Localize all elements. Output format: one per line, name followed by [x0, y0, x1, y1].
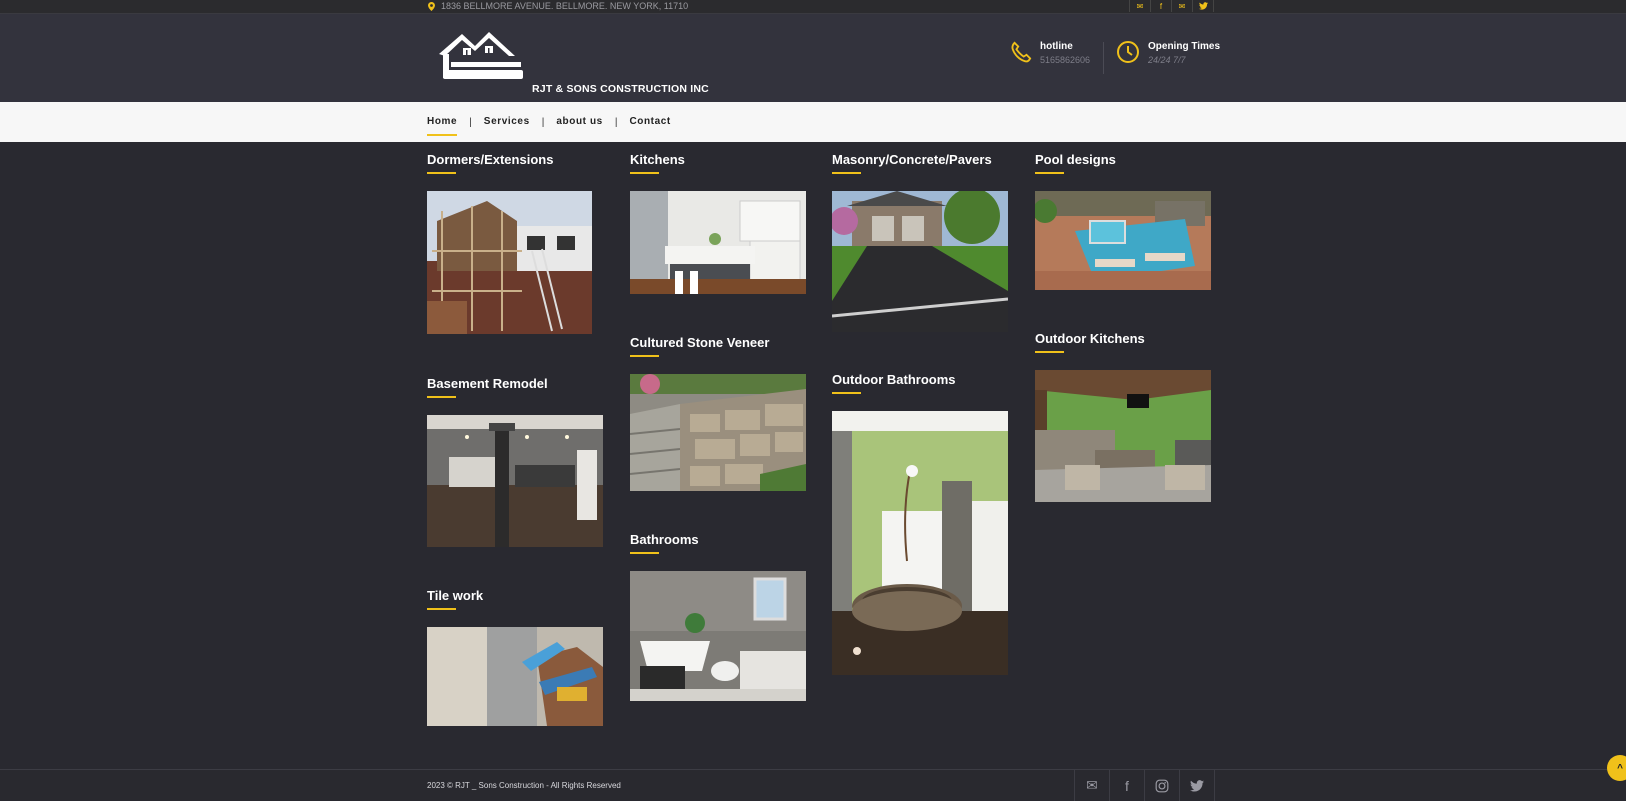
service-tile: Tile work — [427, 588, 603, 726]
title-underline — [427, 608, 456, 610]
title-underline — [427, 172, 456, 174]
hours-label: Opening Times — [1148, 41, 1221, 52]
nav-home[interactable]: Home — [427, 102, 458, 142]
service-title[interactable]: Tile work — [427, 588, 483, 604]
title-underline — [1035, 172, 1064, 174]
title-underline — [630, 552, 659, 554]
basement-photo[interactable] — [427, 415, 603, 547]
logo[interactable]: RJT & SONS CONSTRUCTION INC — [437, 26, 737, 96]
tile-work-photo[interactable] — [427, 627, 603, 726]
address-text: 1836 BELLMORE AVENUE. BELLMORE. NEW YORK… — [441, 1, 689, 11]
outdoor-bathrooms-photo[interactable] — [832, 411, 1008, 675]
header-divider — [1103, 42, 1104, 74]
nav-contact[interactable]: Contact — [629, 102, 670, 142]
kitchens-photo[interactable] — [630, 191, 806, 294]
title-underline — [630, 355, 659, 357]
map-pin-icon — [428, 2, 435, 11]
envelope-icon[interactable]: ✉ — [1171, 0, 1192, 12]
masonry-photo[interactable] — [832, 191, 1008, 332]
envelope-icon[interactable]: ✉ — [1129, 0, 1150, 12]
service-outdoor-bathrooms: Outdoor Bathrooms — [832, 372, 1008, 675]
nav-separator: | — [541, 116, 545, 128]
nav-about-us[interactable]: about us — [556, 102, 602, 142]
nav-services[interactable]: Services — [484, 102, 530, 142]
hotline-label: hotline — [1040, 41, 1073, 52]
service-masonry: Masonry/Concrete/Pavers — [832, 152, 1008, 332]
phone-icon — [1011, 41, 1032, 63]
service-title[interactable]: Masonry/Concrete/Pavers — [832, 152, 992, 168]
title-underline — [832, 392, 861, 394]
main-nav: Home | Services | about us | Contact — [0, 102, 1626, 142]
facebook-icon[interactable]: f — [1150, 0, 1171, 12]
service-stone: Cultured Stone Veneer — [630, 335, 806, 491]
clock-icon — [1117, 41, 1139, 63]
title-underline — [832, 172, 861, 174]
title-underline — [630, 172, 659, 174]
bathrooms-photo[interactable] — [630, 571, 806, 701]
address: 1836 BELLMORE AVENUE. BELLMORE. NEW YORK… — [428, 0, 688, 13]
hotline-number[interactable]: 5165862606 — [1040, 54, 1090, 67]
service-basement: Basement Remodel — [427, 376, 603, 547]
back-to-top-button[interactable]: ^ — [1607, 755, 1626, 781]
top-social-icons: ✉ f ✉ — [1129, 0, 1214, 12]
hours-block: Opening Times 24/24 7/7 — [1116, 40, 1220, 67]
service-dormers: Dormers/Extensions — [427, 152, 592, 334]
stone-veneer-photo[interactable] — [630, 374, 806, 491]
top-bar: 1836 BELLMORE AVENUE. BELLMORE. NEW YORK… — [0, 0, 1626, 14]
copyright-text: 2023 © RJT _ Sons Construction - All Rig… — [427, 781, 621, 790]
service-kitchens: Kitchens — [630, 152, 806, 294]
dormers-photo[interactable] — [427, 191, 592, 334]
service-bathrooms: Bathrooms — [630, 532, 806, 701]
service-pool: Pool designs — [1035, 152, 1211, 290]
service-title[interactable]: Pool designs — [1035, 152, 1116, 168]
title-underline — [427, 396, 456, 398]
twitter-icon[interactable] — [1192, 0, 1214, 12]
service-outdoor-kitchens: Outdoor Kitchens — [1035, 331, 1211, 502]
hotline-block: hotline 5165862606 — [1010, 40, 1090, 67]
instagram-icon[interactable] — [1144, 770, 1179, 801]
nav-separator: | — [614, 116, 618, 128]
twitter-icon[interactable] — [1179, 770, 1215, 801]
pool-photo[interactable] — [1035, 191, 1211, 290]
logo-text: RJT & SONS CONSTRUCTION INC — [532, 83, 709, 95]
envelope-icon[interactable]: ✉ — [1074, 770, 1109, 801]
house-logo-icon — [439, 32, 523, 79]
service-title[interactable]: Cultured Stone Veneer — [630, 335, 769, 351]
footer-social-icons: ✉ f — [1074, 770, 1215, 801]
service-title[interactable]: Bathrooms — [630, 532, 699, 548]
service-title[interactable]: Outdoor Bathrooms — [832, 372, 956, 388]
site-header: RJT & SONS CONSTRUCTION INC hotline 5165… — [0, 14, 1626, 102]
service-title[interactable]: Basement Remodel — [427, 376, 548, 392]
title-underline — [1035, 351, 1064, 353]
nav-separator: | — [469, 116, 472, 128]
service-title[interactable]: Outdoor Kitchens — [1035, 331, 1145, 347]
outdoor-kitchens-photo[interactable] — [1035, 370, 1211, 502]
service-title[interactable]: Dormers/Extensions — [427, 152, 553, 168]
site-footer: 2023 © RJT _ Sons Construction - All Rig… — [0, 769, 1626, 801]
service-title[interactable]: Kitchens — [630, 152, 685, 168]
hours-value: 24/24 7/7 — [1148, 55, 1186, 65]
facebook-icon[interactable]: f — [1109, 770, 1144, 801]
